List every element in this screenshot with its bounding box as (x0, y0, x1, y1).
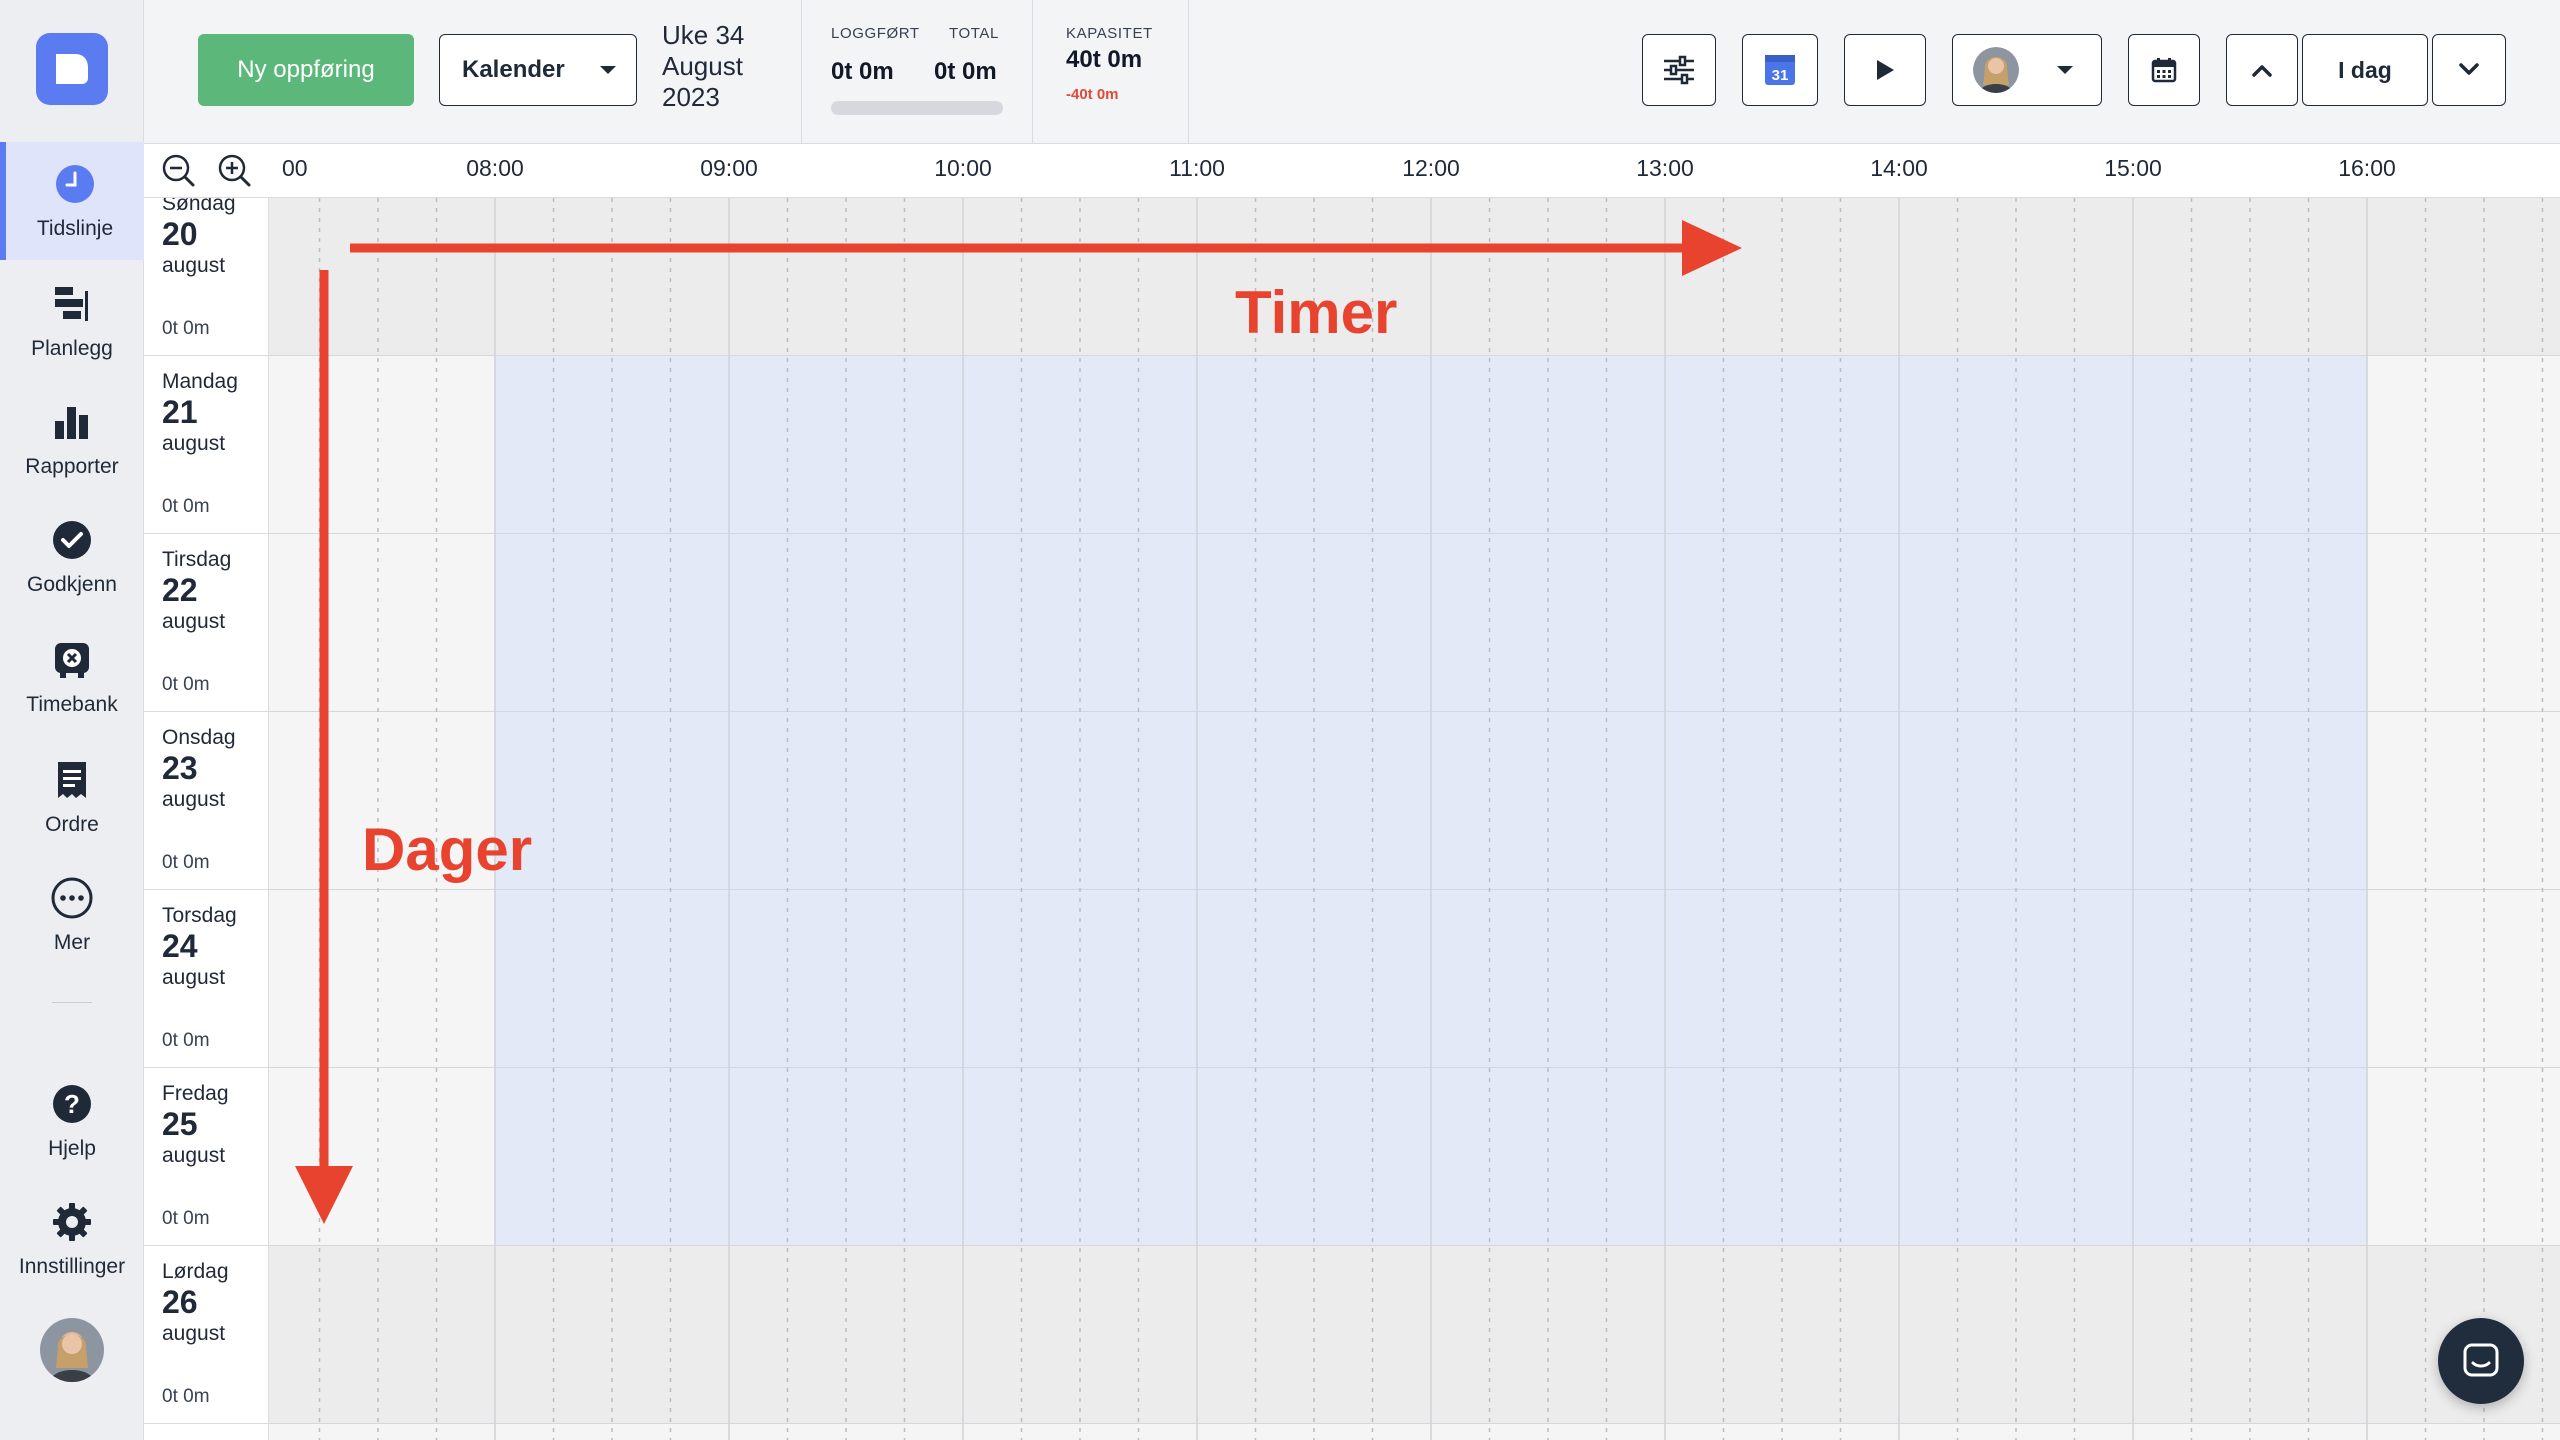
vertical-arrow-head (295, 1166, 353, 1224)
annotation-timer: Timer (1235, 279, 1398, 346)
chat-icon (2463, 1343, 2499, 1377)
chat-button[interactable] (2438, 1318, 2524, 1404)
horizontal-arrow-head (1682, 220, 1742, 276)
annotation-dager: Dager (362, 816, 533, 883)
annotation-overlay (295, 220, 1742, 1224)
